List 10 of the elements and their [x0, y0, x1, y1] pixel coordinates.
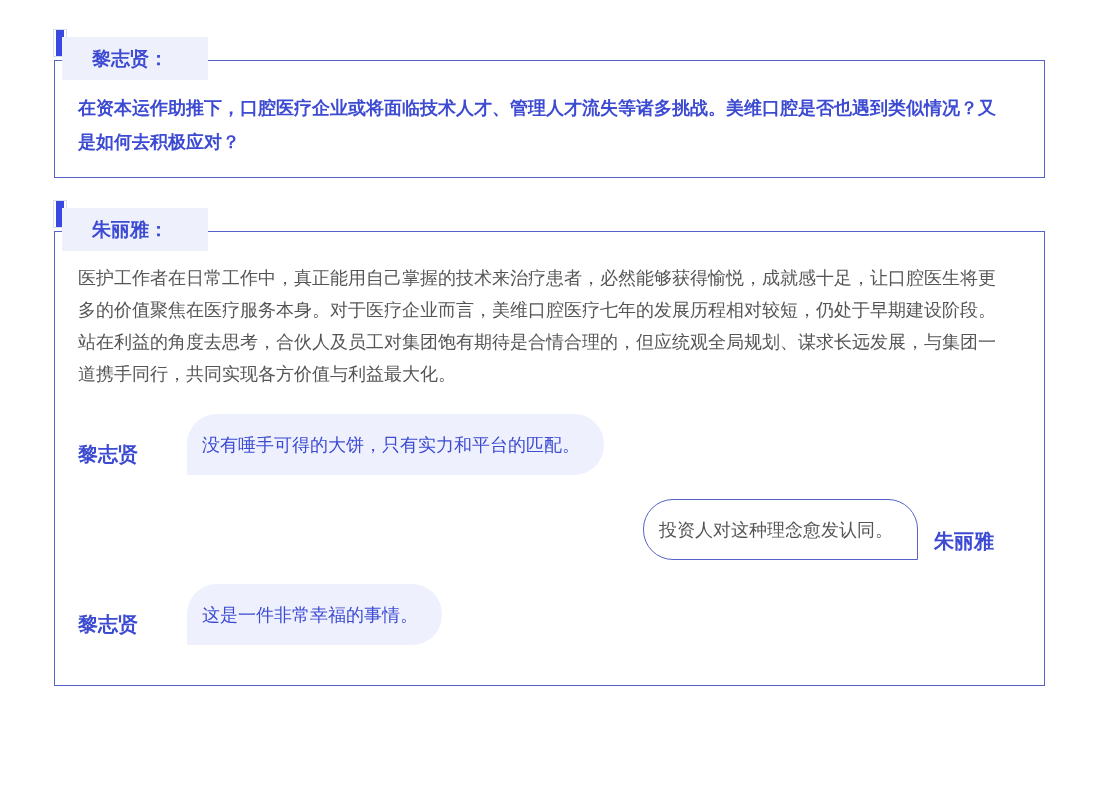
speaker-name: 朱丽雅	[934, 528, 994, 555]
chat-bubble: 投资人对这种理念愈发认同。	[643, 499, 918, 560]
speaker-name: 黎志贤	[78, 441, 139, 468]
speaker-label: 黎志贤：	[62, 37, 208, 80]
speaker-label: 朱丽雅：	[62, 208, 208, 251]
chat-bubble: 这是一件非常幸福的事情。	[187, 584, 442, 645]
chat-bubble: 没有唾手可得的大饼，只有实力和平台的匹配。	[187, 414, 604, 475]
question-text: 在资本运作助推下，口腔医疗企业或将面临技术人才、管理人才流失等诸多挑战。美维口腔是否也遇到类似情况？又是如何去积极应对？	[78, 96, 997, 154]
speaker-name: 黎志贤	[78, 611, 139, 638]
answer-text: 医护工作者在日常工作中，真正能用自己掌握的技术来治疗患者，必然能够获得愉悦，成就感十足，让口腔医生将更多的价值聚焦在医疗服务本身。对于医疗企业而言，美维口腔医疗七年的发展历程相对较短，仍处于早期建设阶段。站在利益的角度去思考，合伙人及员工对集团饱有期待是合情合理的，但应统观全局规划、谋求长远发展，与集团一道携手同行，共同实现各方价值与利益最大化。	[78, 266, 997, 386]
